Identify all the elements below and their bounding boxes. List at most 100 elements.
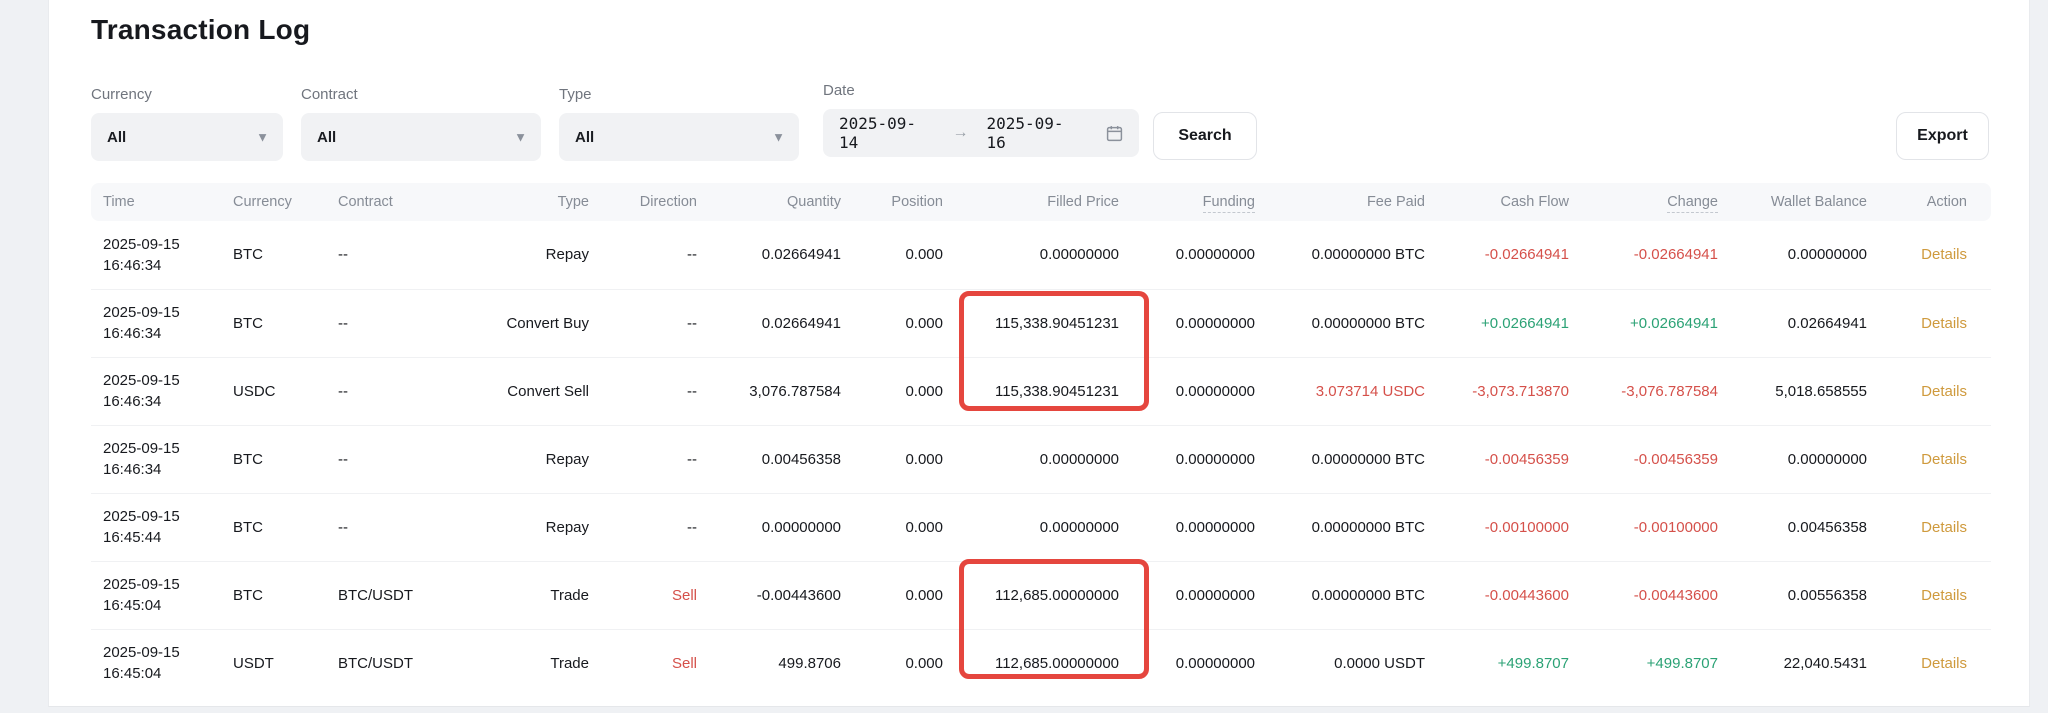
date-filter-group: Date 2025-09-14 → 2025-09-16 [823, 82, 1139, 157]
cell-contract: -- [326, 493, 481, 561]
cell-direction: Sell [601, 629, 709, 697]
cell-wallet-balance: 0.00556358 [1730, 561, 1879, 629]
table-row: 2025-09-15 16:46:34USDC--Convert Sell--3… [91, 357, 1991, 425]
cell-action: Details [1879, 425, 1991, 493]
cell-position: 0.000 [853, 221, 955, 289]
col-quantity: Quantity [709, 183, 853, 221]
cell-position: 0.000 [853, 425, 955, 493]
cell-filled-price: 115,338.90451231 [955, 289, 1131, 357]
cell-filled-price: 112,685.00000000 [955, 561, 1131, 629]
table-header-row: TimeCurrencyContractTypeDirectionQuantit… [91, 183, 1991, 221]
cell-action: Details [1879, 493, 1991, 561]
cell-cash-flow: +0.02664941 [1437, 289, 1581, 357]
cell-action: Details [1879, 289, 1991, 357]
cell-direction: -- [601, 357, 709, 425]
currency-select-value: All [107, 129, 126, 146]
cell-time: 2025-09-15 16:45:04 [91, 629, 221, 697]
cell-funding: 0.00000000 [1131, 221, 1267, 289]
cell-change: -3,076.787584 [1581, 357, 1730, 425]
cell-currency: BTC [221, 561, 326, 629]
type-select[interactable]: All ▼ [559, 113, 799, 161]
cell-wallet-balance: 5,018.658555 [1730, 357, 1879, 425]
cell-currency: BTC [221, 221, 326, 289]
date-filter-label: Date [823, 82, 1139, 100]
cell-fee-paid: 3.073714 USDC [1267, 357, 1437, 425]
cell-position: 0.000 [853, 629, 955, 697]
cell-quantity: 0.00000000 [709, 493, 853, 561]
table-row: 2025-09-15 16:46:34BTC--Convert Buy--0.0… [91, 289, 1991, 357]
cell-type: Trade [481, 629, 601, 697]
cell-change: -0.00456359 [1581, 425, 1730, 493]
cell-change: -0.00443600 [1581, 561, 1730, 629]
cell-direction: -- [601, 221, 709, 289]
transaction-table: TimeCurrencyContractTypeDirectionQuantit… [91, 183, 1991, 697]
cell-action: Details [1879, 561, 1991, 629]
cell-currency: BTC [221, 493, 326, 561]
cell-filled-price: 0.00000000 [955, 493, 1131, 561]
cell-funding: 0.00000000 [1131, 425, 1267, 493]
type-select-value: All [575, 129, 594, 146]
cell-funding: 0.00000000 [1131, 629, 1267, 697]
cell-time: 2025-09-15 16:45:04 [91, 561, 221, 629]
cell-direction: Sell [601, 561, 709, 629]
cell-position: 0.000 [853, 561, 955, 629]
cell-change: -0.02664941 [1581, 221, 1730, 289]
cell-cash-flow: -0.00443600 [1437, 561, 1581, 629]
cell-change: +0.02664941 [1581, 289, 1730, 357]
table-row: 2025-09-15 16:45:04BTCBTC/USDTTradeSell-… [91, 561, 1991, 629]
cell-fee-paid: 0.00000000 BTC [1267, 289, 1437, 357]
details-link[interactable]: Details [1921, 587, 1967, 604]
col-position: Position [853, 183, 955, 221]
cell-fee-paid: 0.00000000 BTC [1267, 561, 1437, 629]
cell-action: Details [1879, 221, 1991, 289]
cell-type: Convert Buy [481, 289, 601, 357]
cell-currency: USDC [221, 357, 326, 425]
cell-filled-price: 0.00000000 [955, 425, 1131, 493]
cell-wallet-balance: 0.00000000 [1730, 425, 1879, 493]
col-currency: Currency [221, 183, 326, 221]
currency-filter-label: Currency [91, 86, 283, 104]
cell-contract: -- [326, 425, 481, 493]
cell-currency: USDT [221, 629, 326, 697]
currency-select[interactable]: All ▼ [91, 113, 283, 161]
details-link[interactable]: Details [1921, 519, 1967, 536]
cell-cash-flow: +499.8707 [1437, 629, 1581, 697]
cell-position: 0.000 [853, 289, 955, 357]
date-range-input[interactable]: 2025-09-14 → 2025-09-16 [823, 109, 1139, 157]
details-link[interactable]: Details [1921, 655, 1967, 672]
cell-change: +499.8707 [1581, 629, 1730, 697]
search-button[interactable]: Search [1153, 112, 1257, 160]
export-button[interactable]: Export [1896, 112, 1989, 160]
col-wallet-balance: Wallet Balance [1730, 183, 1879, 221]
cell-direction: -- [601, 289, 709, 357]
arrow-right-icon: → [953, 124, 969, 142]
chevron-down-icon: ▼ [256, 130, 269, 145]
cell-quantity: -0.00443600 [709, 561, 853, 629]
details-link[interactable]: Details [1921, 451, 1967, 468]
cell-time: 2025-09-15 16:46:34 [91, 289, 221, 357]
cell-currency: BTC [221, 425, 326, 493]
cell-quantity: 0.02664941 [709, 221, 853, 289]
col-filled-price: Filled Price [955, 183, 1131, 221]
cell-direction: -- [601, 425, 709, 493]
cell-time: 2025-09-15 16:46:34 [91, 221, 221, 289]
chevron-down-icon: ▼ [514, 130, 527, 145]
col-funding: Funding [1131, 183, 1267, 221]
table-header: TimeCurrencyContractTypeDirectionQuantit… [91, 183, 1991, 221]
cell-time: 2025-09-15 16:46:34 [91, 357, 221, 425]
cell-time: 2025-09-15 16:45:44 [91, 493, 221, 561]
cell-time: 2025-09-15 16:46:34 [91, 425, 221, 493]
cell-quantity: 0.02664941 [709, 289, 853, 357]
cell-quantity: 3,076.787584 [709, 357, 853, 425]
details-link[interactable]: Details [1921, 315, 1967, 332]
cell-position: 0.000 [853, 493, 955, 561]
cell-contract: BTC/USDT [326, 561, 481, 629]
contract-select[interactable]: All ▼ [301, 113, 541, 161]
col-contract: Contract [326, 183, 481, 221]
cell-wallet-balance: 0.00000000 [1730, 221, 1879, 289]
table-body: 2025-09-15 16:46:34BTC--Repay--0.0266494… [91, 221, 1991, 697]
details-link[interactable]: Details [1921, 383, 1967, 400]
calendar-icon [1106, 125, 1123, 142]
details-link[interactable]: Details [1921, 246, 1967, 263]
cell-contract: -- [326, 221, 481, 289]
